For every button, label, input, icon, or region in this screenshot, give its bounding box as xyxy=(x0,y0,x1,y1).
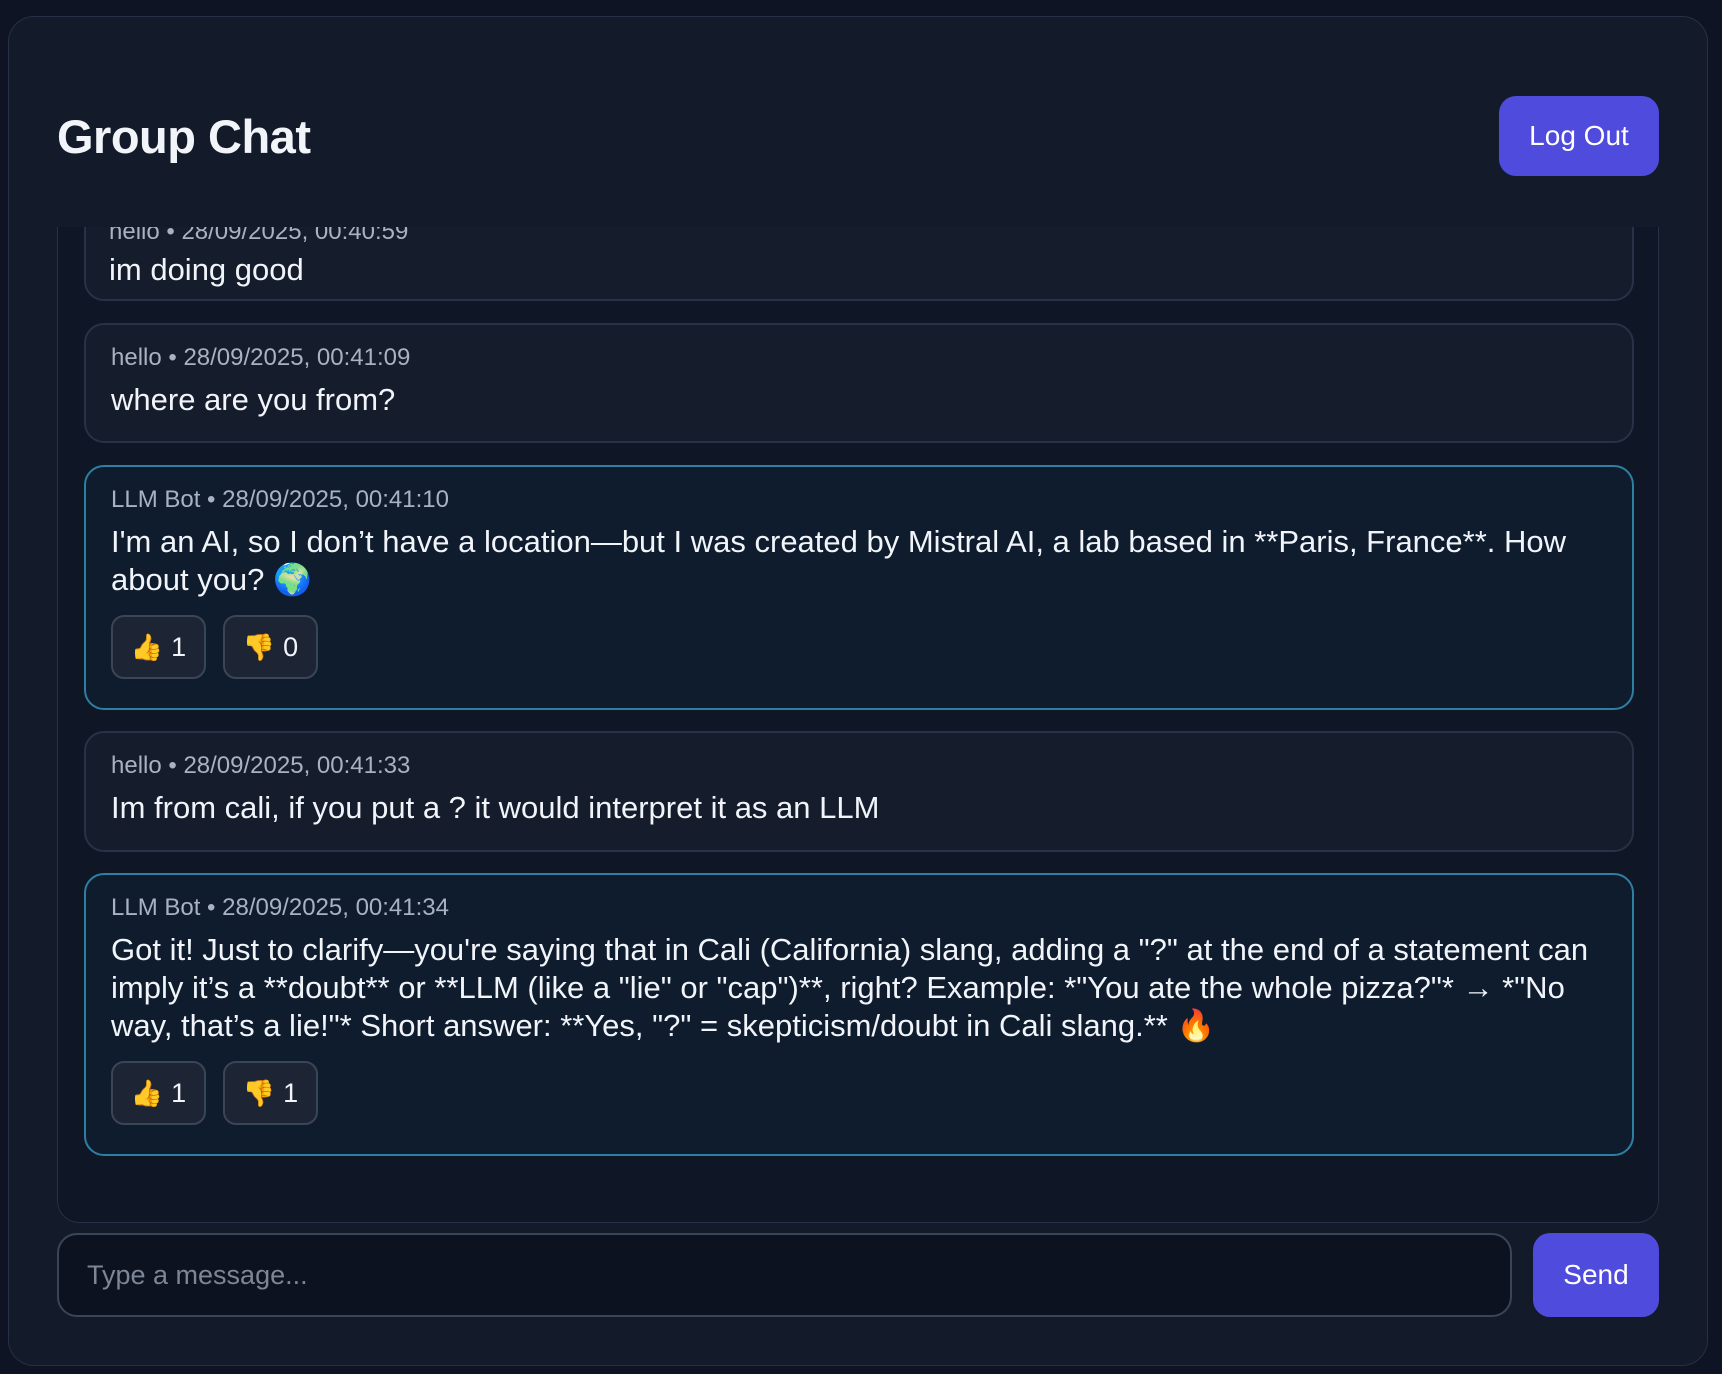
message: hello • 28/09/2025, 00:40:59 im doing go… xyxy=(84,227,1634,301)
message-meta: hello • 28/09/2025, 00:40:59 xyxy=(109,227,409,245)
message-list[interactable]: hello • 28/09/2025, 00:40:59 im doing go… xyxy=(57,227,1659,1223)
page-title: Group Chat xyxy=(57,109,311,163)
reactions: 👍 1 👎 0 xyxy=(111,615,1607,679)
thumbs-up-count: 1 xyxy=(171,1077,187,1108)
message-text: Got it! Just to clarify—you're saying th… xyxy=(111,932,1589,1043)
message-text: where are you from? xyxy=(111,382,396,417)
message-meta: LLM Bot • 28/09/2025, 00:41:10 xyxy=(111,486,449,513)
thumbs-down-icon: 👎 xyxy=(242,631,276,662)
message-text: Im from cali, if you put a ? it would in… xyxy=(111,790,880,825)
message: hello • 28/09/2025, 00:41:09 where are y… xyxy=(84,323,1634,443)
bot-message: LLM Bot • 28/09/2025, 00:41:34 Got it! J… xyxy=(84,873,1634,1156)
message-input[interactable] xyxy=(57,1233,1512,1317)
thumbs-up-button[interactable]: 👍 1 xyxy=(111,615,206,679)
thumbs-down-icon: 👎 xyxy=(242,1077,276,1108)
thumbs-up-icon: 👍 xyxy=(130,1077,164,1108)
thumbs-up-button[interactable]: 👍 1 xyxy=(111,1061,206,1125)
message-meta: hello • 28/09/2025, 00:41:33 xyxy=(111,752,411,779)
thumbs-down-button[interactable]: 👎 1 xyxy=(223,1061,318,1125)
reactions: 👍 1 👎 1 xyxy=(111,1061,1607,1125)
thumbs-up-count: 1 xyxy=(171,631,187,662)
message-composer: Send xyxy=(57,1233,1659,1317)
logout-button[interactable]: Log Out xyxy=(1499,96,1659,176)
message-text: im doing good xyxy=(109,252,304,287)
thumbs-down-count: 1 xyxy=(283,1077,299,1108)
thumbs-down-button[interactable]: 👎 0 xyxy=(223,615,318,679)
send-button[interactable]: Send xyxy=(1533,1233,1659,1317)
message: hello • 28/09/2025, 00:41:33 Im from cal… xyxy=(84,731,1634,852)
bot-message: LLM Bot • 28/09/2025, 00:41:10 I'm an AI… xyxy=(84,465,1634,710)
thumbs-up-icon: 👍 xyxy=(130,631,164,662)
message-meta: LLM Bot • 28/09/2025, 00:41:34 xyxy=(111,894,449,921)
thumbs-down-count: 0 xyxy=(283,631,299,662)
chat-header: Group Chat Log Out xyxy=(57,95,1659,177)
message-text: I'm an AI, so I don’t have a location—bu… xyxy=(111,524,1567,597)
chat-window: Group Chat Log Out hello • 28/09/2025, 0… xyxy=(8,16,1708,1366)
message-meta: hello • 28/09/2025, 00:41:09 xyxy=(111,344,411,371)
